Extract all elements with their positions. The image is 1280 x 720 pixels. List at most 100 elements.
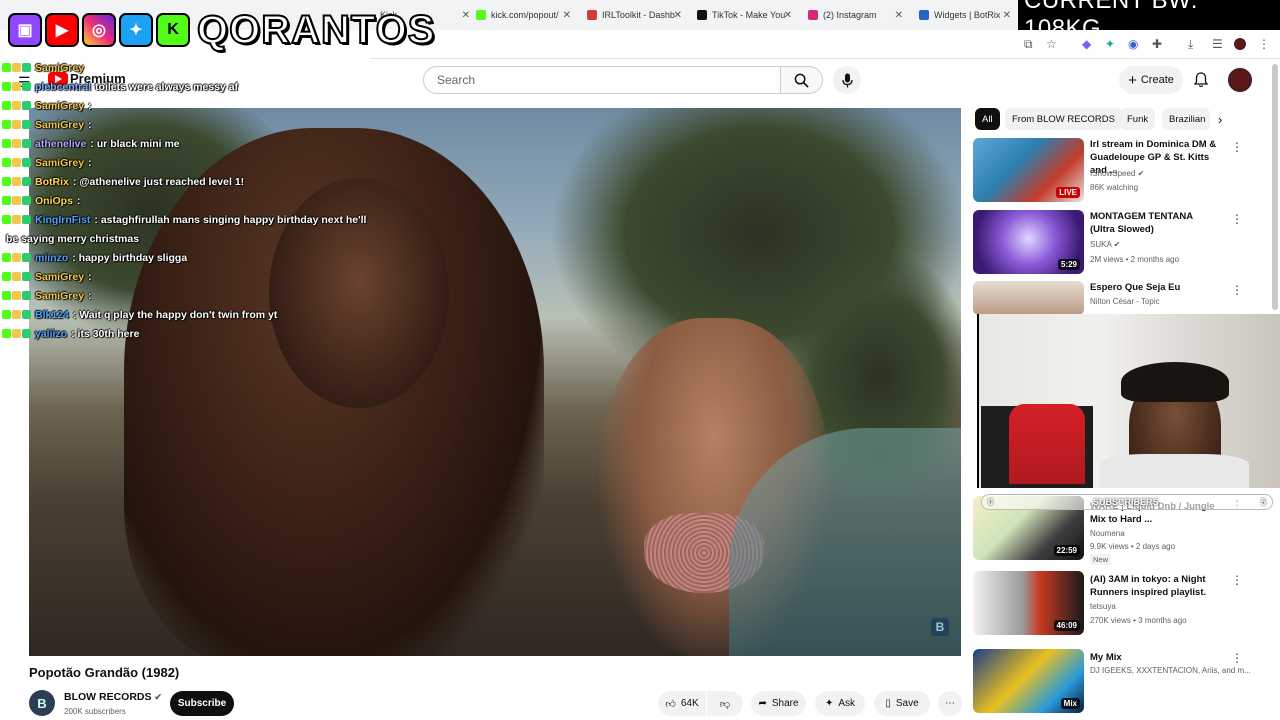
recommendation-item[interactable]: Mix My Mix DJ IGEEKS, XXXTENTACION, Arii… bbox=[973, 649, 1273, 717]
recommendation-title[interactable]: My Mix bbox=[1090, 651, 1220, 664]
webcam-overlay bbox=[977, 314, 1280, 488]
close-tab-icon[interactable]: ✕ bbox=[674, 10, 682, 21]
recommendation-thumbnail[interactable]: 46:09 bbox=[973, 571, 1084, 635]
recommendation-meta: 270K views • 3 months ago bbox=[1090, 616, 1187, 625]
recommendation-title[interactable]: Espero Que Seja Eu bbox=[1090, 281, 1220, 294]
video-player[interactable]: B bbox=[29, 108, 961, 656]
chat-badge-icon bbox=[22, 158, 31, 167]
chat-badge-icon bbox=[22, 101, 31, 110]
chat-badge-icon bbox=[22, 310, 31, 319]
recommendation-channel[interactable]: Nilton César - Topic bbox=[1090, 297, 1160, 306]
chat-username: OniOps bbox=[35, 195, 73, 207]
browser-tab[interactable]: IRLToolkit - Dashb ✕ bbox=[587, 4, 682, 26]
chat-username: Blk124 bbox=[35, 309, 69, 321]
chip-from-channel[interactable]: From BLOW RECORDS bbox=[1005, 108, 1122, 130]
chat-badge-icon bbox=[12, 329, 21, 338]
close-tab-icon[interactable]: ✕ bbox=[895, 10, 903, 21]
chat-text: toilets were always messy af bbox=[95, 81, 239, 93]
recommendation-thumbnail[interactable] bbox=[973, 281, 1084, 315]
recommendation-item[interactable]: LIVE Irl stream in Dominica DM & Guadelo… bbox=[973, 138, 1273, 206]
chat-badge-icon bbox=[2, 310, 11, 319]
verified-icon: ✔ bbox=[1137, 169, 1145, 178]
chip-all[interactable]: All bbox=[975, 108, 1000, 130]
recommendation-thumbnail[interactable]: Mix bbox=[973, 649, 1084, 713]
more-vertical-icon[interactable]: ⋮ bbox=[1231, 573, 1243, 587]
search-icon bbox=[794, 73, 809, 88]
goal-current: 0 bbox=[988, 497, 994, 507]
recommendation-title[interactable]: MONTAGEM TENTANA (Ultra Slowed) bbox=[1090, 210, 1220, 236]
chip-funk[interactable]: Funk bbox=[1120, 108, 1156, 130]
chat-text: : happy birthday sligga bbox=[72, 252, 188, 264]
create-button[interactable]: + Create bbox=[1119, 66, 1183, 94]
new-badge: New bbox=[1090, 554, 1112, 565]
close-tab-icon[interactable]: ✕ bbox=[462, 10, 470, 21]
sidebar-scrollbar[interactable] bbox=[1272, 64, 1278, 310]
voice-search-button[interactable] bbox=[833, 66, 861, 94]
like-button[interactable]: 👍︎ 64K bbox=[658, 691, 706, 716]
chat-badge-icon bbox=[22, 291, 31, 300]
more-vertical-icon[interactable]: ⋮ bbox=[1231, 283, 1243, 297]
botrix-favicon-icon bbox=[919, 10, 929, 20]
more-vertical-icon[interactable]: ⋮ bbox=[1231, 651, 1243, 665]
share-button[interactable]: ➦ Share bbox=[751, 691, 806, 716]
channel-name-label: BLOW RECORDS bbox=[64, 691, 152, 703]
account-avatar[interactable] bbox=[1228, 68, 1252, 92]
channel-watermark[interactable]: B bbox=[931, 618, 949, 636]
chat-badge-icon bbox=[22, 82, 31, 91]
chat-text: : bbox=[88, 119, 92, 131]
video-scene bbox=[269, 178, 449, 408]
recommendation-item[interactable]: 5:29 MONTAGEM TENTANA (Ultra Slowed) SUK… bbox=[973, 210, 1273, 278]
duration-badge: 22:59 bbox=[1053, 545, 1080, 556]
twitch-icon: ▣ bbox=[8, 13, 42, 47]
chat-badge-icon bbox=[12, 158, 21, 167]
streamer-banner: ▣ ▶ ◎ ✦ K QORANTOS bbox=[8, 6, 435, 54]
chat-text: : bbox=[88, 290, 92, 302]
bw-counter: CURRENT BW: 108KG bbox=[1018, 0, 1280, 42]
subscribe-button[interactable]: Subscribe bbox=[170, 691, 234, 716]
chat-username: plebcentral bbox=[35, 81, 92, 93]
notifications-button[interactable] bbox=[1190, 68, 1212, 92]
recommendation-channel[interactable]: DJ IGEEKS, XXXTENTACION, Ariis, and m... bbox=[1090, 666, 1251, 675]
recommendation-item[interactable]: 46:09 (AI) 3AM in tokyo: a Night Runners… bbox=[973, 571, 1273, 639]
recommendation-channel[interactable]: tetsuya bbox=[1090, 602, 1116, 611]
chat-badge-icon bbox=[22, 120, 31, 129]
chip-brazilian[interactable]: Brazilian bbox=[1162, 108, 1210, 130]
channel-name[interactable]: BLOW RECORDS ✔ bbox=[64, 691, 162, 703]
subscriber-goal-bar: 0 SUBSCRIBERS 5 bbox=[981, 494, 1273, 510]
browser-tab[interactable]: (2) Instagram ✕ bbox=[808, 4, 903, 26]
chat-badge-icon bbox=[12, 196, 21, 205]
more-vertical-icon[interactable]: ⋮ bbox=[1231, 140, 1243, 154]
close-tab-icon[interactable]: ✕ bbox=[1003, 10, 1011, 21]
dislike-button[interactable]: 👎︎ bbox=[707, 691, 743, 716]
chat-badge-icon bbox=[2, 120, 11, 129]
browser-tab[interactable]: TikTok - Make You ✕ bbox=[697, 4, 792, 26]
more-actions-button[interactable]: ⋯ bbox=[938, 691, 962, 716]
save-button[interactable]: ▯ Save bbox=[874, 691, 930, 716]
recommendation-thumbnail[interactable]: LIVE bbox=[973, 138, 1084, 202]
recommendation-channel[interactable]: Noumena bbox=[1090, 529, 1125, 538]
chat-badge-icon bbox=[22, 253, 31, 262]
webcam-scene bbox=[1009, 404, 1085, 484]
search-button[interactable] bbox=[781, 66, 823, 94]
subscriber-count: 200K subscribers bbox=[64, 707, 126, 716]
close-tab-icon[interactable]: ✕ bbox=[784, 10, 792, 21]
search-input[interactable]: Search bbox=[423, 66, 781, 94]
chat-badge-icon bbox=[12, 215, 21, 224]
channel-avatar[interactable]: B bbox=[29, 690, 55, 716]
recommendation-thumbnail[interactable]: 5:29 bbox=[973, 210, 1084, 274]
recommendation-channel[interactable]: IShowSpeed ✔ bbox=[1090, 169, 1144, 178]
recommendation-channel[interactable]: SUKA ✔ bbox=[1090, 240, 1120, 249]
chevron-right-icon[interactable]: › bbox=[1218, 112, 1222, 127]
browser-tab[interactable]: kick.com/popout/ ✕ bbox=[476, 4, 571, 26]
chat-badge-icon bbox=[12, 101, 21, 110]
close-tab-icon[interactable]: ✕ bbox=[563, 10, 571, 21]
ask-button[interactable]: ✦ Ask bbox=[815, 691, 865, 716]
recommendation-title[interactable]: (AI) 3AM in tokyo: a Night Runners inspi… bbox=[1090, 573, 1220, 599]
chat-message: OniOps: bbox=[2, 195, 80, 207]
browser-tab[interactable]: Widgets | BotRix ✕ bbox=[919, 4, 1011, 26]
more-vertical-icon[interactable]: ⋮ bbox=[1231, 212, 1243, 226]
chat-username: athenelive bbox=[35, 138, 87, 150]
recommendation-item[interactable]: Espero Que Seja Eu Nilton César - Topic … bbox=[973, 281, 1273, 315]
share-icon: ➦ bbox=[758, 698, 767, 709]
chat-username: SamiGrey bbox=[35, 100, 85, 112]
